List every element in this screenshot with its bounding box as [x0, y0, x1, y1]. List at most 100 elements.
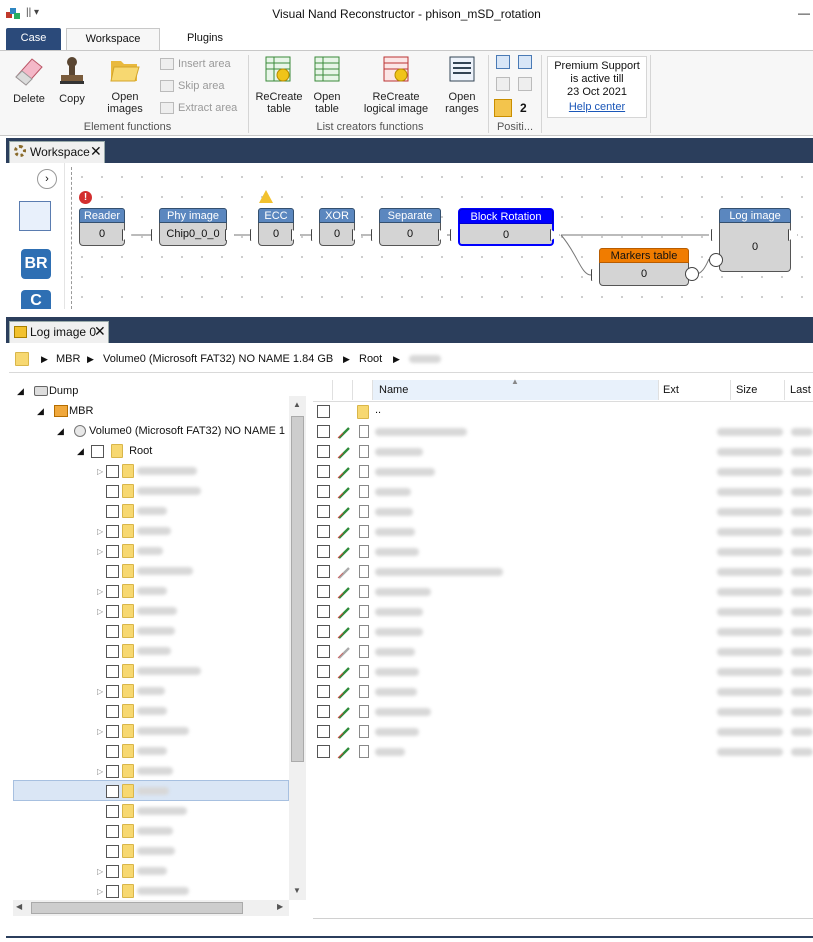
- checkbox[interactable]: [317, 485, 330, 498]
- extract-area-button[interactable]: Extract area: [160, 99, 237, 117]
- close-icon[interactable]: ✕: [90, 141, 102, 161]
- chevron-right-icon[interactable]: ▶: [393, 345, 400, 373]
- node-block-rotation[interactable]: Block Rotation 0: [458, 208, 554, 246]
- list-item[interactable]: [313, 642, 813, 662]
- list-item[interactable]: [313, 582, 813, 602]
- position-lock-icon[interactable]: [494, 99, 512, 117]
- open-ranges-button[interactable]: Open ranges: [440, 55, 484, 115]
- column-header-size[interactable]: Size: [731, 380, 785, 400]
- checkbox[interactable]: [106, 464, 120, 478]
- tree-item-folder[interactable]: ▷: [97, 841, 176, 861]
- tree-item-folder[interactable]: ▷: [97, 681, 166, 701]
- node-reader[interactable]: Reader 0: [79, 208, 125, 246]
- scroll-down-arrow-icon[interactable]: ▼: [293, 886, 301, 895]
- help-center-link[interactable]: Help center: [548, 101, 646, 114]
- tree-item-folder[interactable]: ▷: [97, 521, 172, 541]
- checkbox[interactable]: [317, 565, 330, 578]
- checkbox[interactable]: [317, 465, 330, 478]
- delete-button[interactable]: Delete: [8, 55, 50, 105]
- checkbox[interactable]: [317, 445, 330, 458]
- checkbox[interactable]: [317, 525, 330, 538]
- checkbox[interactable]: [317, 645, 330, 658]
- checkbox[interactable]: [317, 425, 330, 438]
- minimize-button[interactable]: —: [798, 6, 810, 20]
- scroll-up-arrow-icon[interactable]: ▲: [293, 400, 301, 409]
- checkbox[interactable]: [90, 444, 104, 458]
- checkbox[interactable]: [106, 764, 120, 778]
- tree-vertical-scrollbar[interactable]: ▲ ▼: [289, 396, 306, 900]
- tree-item-folder[interactable]: ▷: [97, 781, 170, 801]
- checkbox[interactable]: [317, 585, 330, 598]
- node-log-image[interactable]: Log image 0: [719, 208, 791, 272]
- column-header-name[interactable]: Name ▲: [373, 378, 659, 400]
- skip-area-button[interactable]: Skip area: [160, 77, 224, 95]
- checkbox[interactable]: [106, 664, 120, 678]
- list-item[interactable]: [313, 702, 813, 722]
- tab-workspace[interactable]: Workspace: [66, 28, 160, 51]
- breadcrumb-volume[interactable]: Volume0 (Microsoft FAT32) NO NAME 1.84 G…: [103, 345, 333, 373]
- list-item-parent[interactable]: ..: [313, 402, 813, 422]
- tree-item-folder[interactable]: ▷: [97, 861, 168, 881]
- position-icon-4[interactable]: [518, 77, 532, 91]
- checkbox[interactable]: [317, 625, 330, 638]
- checkbox[interactable]: [106, 624, 120, 638]
- checkbox[interactable]: [317, 665, 330, 678]
- tree-item-folder[interactable]: ▷: [97, 661, 202, 681]
- tree-item-folder[interactable]: ▷: [97, 741, 168, 761]
- tree-item-folder[interactable]: ▷: [97, 881, 190, 901]
- list-item[interactable]: [313, 742, 813, 762]
- column-icon[interactable]: [353, 380, 373, 400]
- list-item[interactable]: [313, 722, 813, 742]
- checkbox[interactable]: [106, 824, 120, 838]
- checkbox[interactable]: [317, 405, 330, 418]
- list-item[interactable]: [313, 462, 813, 482]
- tab-plugins[interactable]: Plugins: [170, 28, 240, 50]
- scroll-right-arrow-icon[interactable]: ▶: [277, 902, 283, 911]
- node-xor[interactable]: XOR 0: [319, 208, 355, 246]
- column-status[interactable]: [333, 380, 353, 400]
- list-item[interactable]: [313, 602, 813, 622]
- tree-item-folder[interactable]: ▷: [97, 581, 168, 601]
- checkbox[interactable]: [317, 705, 330, 718]
- node-phy-image[interactable]: Phy image Chip0_0_0: [159, 208, 227, 246]
- checkbox[interactable]: [106, 844, 120, 858]
- list-item[interactable]: [313, 622, 813, 642]
- column-header-last[interactable]: Last: [785, 380, 813, 400]
- tree-item-dump[interactable]: ◢ Dump: [17, 381, 78, 401]
- list-item[interactable]: [313, 502, 813, 522]
- checkbox[interactable]: [106, 644, 120, 658]
- tree-item-folder[interactable]: ▷: [97, 561, 194, 581]
- checkbox[interactable]: [317, 505, 330, 518]
- open-images-button[interactable]: Open images: [104, 55, 146, 115]
- tree-item-folder[interactable]: ▷: [97, 761, 174, 781]
- tree-item-folder[interactable]: ▷: [97, 821, 174, 841]
- checkbox[interactable]: [106, 484, 120, 498]
- open-table-button[interactable]: Open table: [308, 55, 346, 115]
- checkbox[interactable]: [106, 524, 120, 538]
- copy-button[interactable]: Copy: [54, 55, 90, 105]
- tree-item-folder[interactable]: ▷: [97, 461, 198, 481]
- list-item[interactable]: [313, 542, 813, 562]
- checkbox[interactable]: [106, 584, 120, 598]
- checkbox[interactable]: [106, 804, 120, 818]
- list-item[interactable]: [313, 522, 813, 542]
- chevron-right-icon[interactable]: ▶: [41, 345, 48, 373]
- tree-item-root[interactable]: ◢ Root: [77, 441, 152, 461]
- tree-horizontal-scrollbar[interactable]: ◀ ▶: [13, 900, 289, 916]
- checkbox[interactable]: [106, 504, 120, 518]
- breadcrumb-root[interactable]: Root: [359, 345, 382, 373]
- list-item[interactable]: [313, 442, 813, 462]
- checkbox[interactable]: [317, 745, 330, 758]
- input-port-round[interactable]: [709, 253, 723, 267]
- tab-case[interactable]: Case: [6, 28, 61, 50]
- node-markers-table[interactable]: Markers table 0: [599, 248, 689, 286]
- close-icon[interactable]: ✕: [94, 321, 106, 341]
- checkbox[interactable]: [106, 884, 120, 898]
- output-port[interactable]: [685, 267, 699, 281]
- list-item[interactable]: [313, 482, 813, 502]
- list-item[interactable]: [313, 662, 813, 682]
- tree-item-folder[interactable]: ▷: [97, 801, 188, 821]
- tab-log-image[interactable]: Log image 0 ✕: [9, 321, 109, 343]
- checkbox[interactable]: [106, 684, 120, 698]
- position-icon-2[interactable]: [518, 55, 532, 69]
